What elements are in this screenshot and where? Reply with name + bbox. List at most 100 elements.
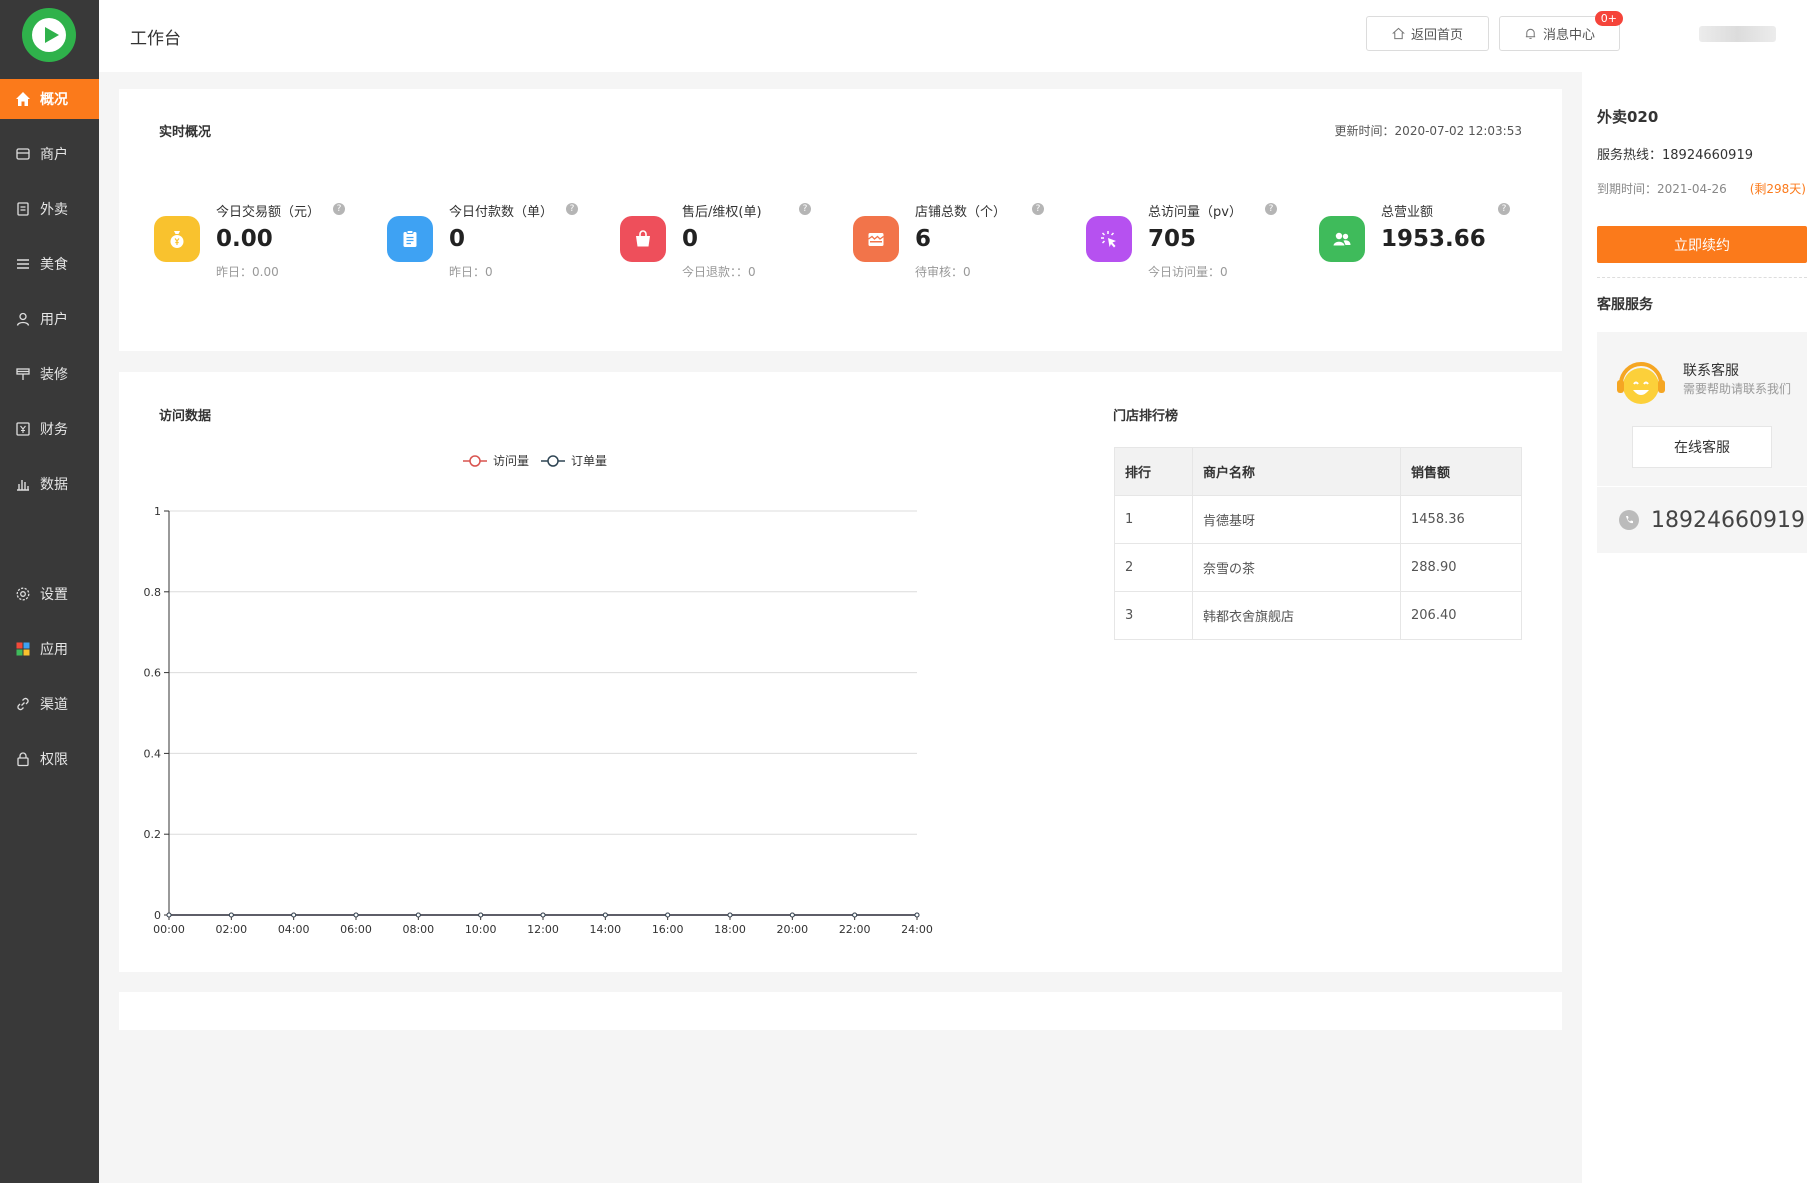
link-icon: [14, 695, 32, 713]
table-row: 2 奈雪の茶 288.90: [1114, 543, 1522, 592]
table-row: 1 肯德基呀 1458.36: [1114, 495, 1522, 544]
stat-value: 1953.66: [1381, 226, 1486, 252]
user-menu[interactable]: [1699, 26, 1776, 42]
customer-service-box: 联系客服 需要帮助请联系我们 在线客服: [1597, 332, 1807, 486]
sidebar-item-label: 用户: [40, 312, 68, 328]
sidebar-item-label: 应用: [40, 642, 68, 658]
shopping-bag-icon: [620, 216, 666, 262]
sidebar-item-user[interactable]: 用户: [0, 299, 99, 339]
bell-icon: [1525, 28, 1536, 39]
ranking-title: 门店排行榜: [1113, 409, 1179, 424]
users-icon: [1319, 216, 1365, 262]
phone-box: 18924660919: [1597, 487, 1807, 553]
sidebar-item-settings[interactable]: 设置: [0, 574, 99, 614]
sidebar-item-takeout[interactable]: 外卖: [0, 189, 99, 229]
yuan-icon: [14, 420, 32, 438]
bar-chart-icon: [14, 475, 32, 493]
sidebar-item-label: 设置: [40, 587, 68, 603]
stat-total-revenue: 总营业额 ? 1953.66: [1319, 186, 1551, 286]
stat-label: 总营业额: [1381, 205, 1434, 220]
column-header: 排行: [1114, 447, 1193, 496]
sidebar-item-apps[interactable]: 应用: [0, 629, 99, 669]
merchant-cell: 奈雪の茶: [1192, 543, 1401, 592]
overview-title: 实时概况: [159, 125, 212, 140]
sidebar-item-channel[interactable]: 渠道: [0, 684, 99, 724]
online-service-button[interactable]: 在线客服: [1632, 426, 1772, 468]
sidebar-item-label: 装修: [40, 367, 68, 383]
help-icon[interactable]: ?: [1032, 203, 1044, 215]
stat-total-visits: 总访问量（pv） ? 705 今日访问量：0: [1086, 186, 1318, 286]
sales-cell: 1458.36: [1400, 495, 1522, 544]
stat-label: 店铺总数（个）: [915, 205, 1007, 220]
update-time: 更新时间：2020-07-02 12:03:53: [1334, 124, 1522, 138]
stat-value: 6: [915, 226, 932, 252]
rank-cell: 3: [1114, 591, 1193, 640]
help-icon[interactable]: ?: [1265, 203, 1277, 215]
ranking-table: 排行 商户名称 销售额 1 肯德基呀 1458.36 2 奈雪の茶 288.90…: [1114, 447, 1522, 640]
contact-service-label: 联系客服: [1683, 363, 1739, 379]
play-icon: [45, 27, 59, 43]
divider: [1597, 277, 1807, 278]
return-home-label: 返回首页: [1410, 28, 1463, 43]
sidebar-item-label: 商户: [40, 147, 68, 163]
help-icon[interactable]: ?: [566, 203, 578, 215]
contact-service-desc: 需要帮助请联系我们: [1683, 382, 1792, 396]
message-center-button[interactable]: 消息中心 0+: [1499, 11, 1623, 51]
sidebar-item-food[interactable]: 美食: [0, 244, 99, 284]
stat-value: 0: [682, 226, 699, 252]
sidebar: 概况 商户 外卖 美食 用户 装修 财务 数据 设置 应用 渠道 权限: [0, 0, 99, 1183]
rank-cell: 1: [1114, 495, 1193, 544]
header: 工作台 返回首页 消息中心 0+: [99, 0, 1814, 72]
gear-icon: [14, 585, 32, 603]
service-title: 客服服务: [1597, 297, 1653, 313]
page-title: 工作台: [130, 29, 181, 49]
stat-today-transaction: 今日交易额（元） ? 0.00 昨日：0.00: [154, 186, 386, 286]
expire-date: 到期时间：2021-04-26: [1597, 182, 1727, 196]
table-row: 3 韩都衣舍旗舰店 206.40: [1114, 591, 1522, 640]
sidebar-item-overview[interactable]: 概况: [0, 79, 99, 119]
return-home-button[interactable]: 返回首页: [1366, 16, 1489, 51]
customer-service-icon: [1617, 362, 1665, 404]
help-icon[interactable]: ?: [799, 203, 811, 215]
stat-store-total: 店铺总数（个） ? 6 待审核：0: [853, 186, 1085, 286]
right-panel: 外卖020 服务热线：18924660919 到期时间：2021-04-26 (…: [1582, 72, 1814, 1183]
shop-name: 外卖020: [1597, 108, 1659, 126]
help-icon[interactable]: ?: [1498, 203, 1510, 215]
remaining-days: (剩298天): [1749, 182, 1806, 196]
stat-after-sales: 售后/维权(单) ? 0 今日退款：：0: [620, 186, 852, 286]
home-icon: [14, 90, 32, 108]
sidebar-item-label: 财务: [40, 422, 68, 438]
lock-icon: [14, 750, 32, 768]
column-header: 销售额: [1400, 447, 1522, 496]
stat-label: 售后/维权(单): [682, 205, 762, 220]
bottom-card: [119, 992, 1562, 1030]
sidebar-item-finance[interactable]: 财务: [0, 409, 99, 449]
sidebar-item-data[interactable]: 数据: [0, 464, 99, 504]
stat-sub: 待审核：0: [915, 265, 971, 279]
sidebar-item-permission[interactable]: 权限: [0, 739, 99, 779]
sidebar-item-decoration[interactable]: 装修: [0, 354, 99, 394]
help-icon[interactable]: ?: [333, 203, 345, 215]
merchant-cell: 肯德基呀: [1192, 495, 1401, 544]
sales-cell: 206.40: [1400, 591, 1522, 640]
stat-sub: 昨日：0: [449, 265, 493, 279]
click-icon: [1086, 216, 1132, 262]
stat-today-payments: 今日付款数（单） ? 0 昨日：0: [387, 186, 619, 286]
merchant-cell: 韩都衣舍旗舰店: [1192, 591, 1401, 640]
money-bag-icon: [154, 216, 200, 262]
service-hotline: 服务热线：18924660919: [1597, 148, 1753, 163]
sidebar-item-label: 概况: [40, 92, 68, 108]
user-icon: [14, 310, 32, 328]
brush-icon: [14, 365, 32, 383]
stat-label: 今日交易额（元）: [216, 205, 321, 220]
renew-button[interactable]: 立即续约: [1597, 226, 1807, 263]
sidebar-item-merchant[interactable]: 商户: [0, 134, 99, 174]
store-icon: [14, 145, 32, 163]
stat-sub: 今日退款：：0: [682, 265, 756, 279]
logo[interactable]: [22, 8, 76, 62]
document-icon: [14, 200, 32, 218]
sidebar-item-label: 权限: [40, 752, 68, 768]
stat-sub: 昨日：0.00: [216, 265, 279, 279]
stat-label: 总访问量（pv）: [1148, 205, 1242, 220]
storefront-icon: [853, 216, 899, 262]
